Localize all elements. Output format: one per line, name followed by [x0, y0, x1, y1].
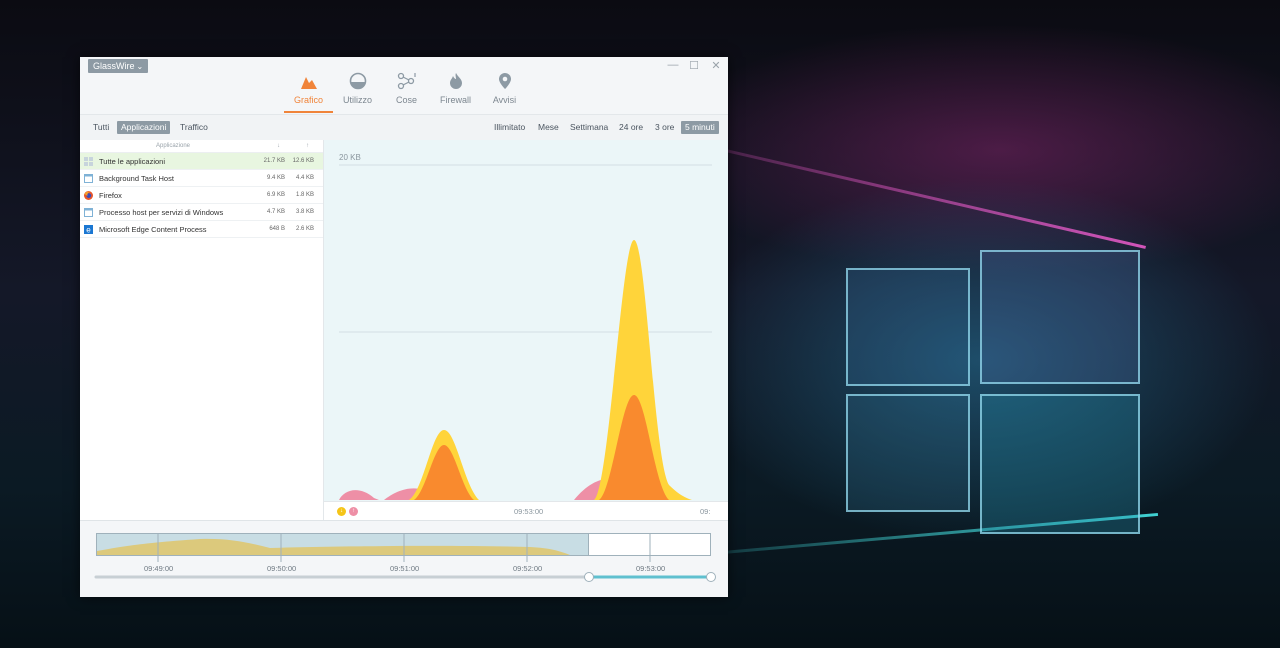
timeline-slider-end-handle[interactable] — [706, 572, 716, 582]
timeline-tick-label: 09:50:00 — [267, 564, 297, 573]
timeline-tick-label: 09:51:00 — [390, 564, 420, 573]
tab-label: Grafico — [293, 95, 323, 105]
upload-amount: 4.4 KB — [295, 175, 314, 181]
app-name: Processo host per servizi di Windows — [99, 208, 224, 217]
app-name: Firefox — [99, 191, 122, 200]
tab-label: Avvisi — [492, 95, 517, 105]
tab-firewall[interactable]: Firewall — [431, 70, 480, 113]
all-apps-icon — [84, 157, 93, 166]
download-amount: 21.7 KB — [263, 158, 285, 164]
wallpaper-windows-logo-pane — [980, 250, 1140, 384]
tab-avvisi[interactable]: Avvisi — [480, 70, 529, 113]
range-illimitato[interactable]: Illimitato — [490, 121, 529, 134]
tab-grafico[interactable]: Grafico — [284, 70, 333, 113]
graph-time-axis: ↓ ↑ 09:53:00 09: — [324, 501, 728, 521]
app-row-all[interactable]: Tutte le applicazioni 21.7 KB 12.6 KB — [80, 153, 323, 170]
range-settimana[interactable]: Settimana — [566, 121, 612, 134]
window-app-icon — [84, 208, 93, 217]
column-header-download[interactable]: ↓ — [277, 143, 280, 149]
filter-applicazioni[interactable]: Applicazioni — [117, 121, 171, 134]
traffic-graph[interactable]: 20 KB ↓ ↑ 09:53:00 09: — [324, 140, 728, 521]
upload-amount: 2.6 KB — [295, 226, 314, 232]
column-header-upload[interactable]: ↑ — [306, 143, 309, 149]
download-legend-icon[interactable]: ↓ — [337, 507, 346, 516]
timeline-slider-start-handle[interactable] — [584, 572, 594, 582]
alert-pin-icon — [480, 70, 529, 90]
window-app-icon — [84, 174, 93, 183]
chevron-down-icon: ⌄ — [136, 62, 144, 71]
wallpaper-windows-logo-pane — [846, 268, 970, 386]
glasswire-window: GlassWire⌄ — ☐ ✕ Grafico Utilizzo Cose — [80, 57, 728, 597]
app-title: GlassWire — [93, 61, 135, 71]
download-amount: 4.7 KB — [266, 209, 285, 215]
app-row[interactable]: Background Task Host 9.4 KB 4.4 KB — [80, 170, 323, 187]
traffic-graph-canvas — [339, 164, 712, 500]
edge-icon: e — [84, 225, 93, 234]
timeline-tick-label: 09:52:00 — [513, 564, 543, 573]
range-24-ore[interactable]: 24 ore — [615, 121, 647, 134]
timeline-tick-label: 09:49:00 — [144, 564, 174, 573]
fire-icon — [431, 70, 480, 90]
download-amount: 6.9 KB — [266, 192, 285, 198]
usage-icon — [333, 70, 382, 90]
range-5-minuti[interactable]: 5 minuti — [681, 121, 719, 134]
tab-utilizzo[interactable]: Utilizzo — [333, 70, 382, 113]
app-name: Tutte le applicazioni — [99, 157, 166, 166]
tab-label: Utilizzo — [342, 95, 372, 105]
close-button[interactable]: ✕ — [709, 59, 723, 72]
timeline-overview[interactable] — [80, 521, 728, 597]
list-header: Applicazione ↓ ↑ — [80, 140, 323, 153]
filter-traffico[interactable]: Traffico — [176, 121, 212, 134]
app-row[interactable]: e Microsoft Edge Content Process 648 B 2… — [80, 221, 323, 238]
tab-cose[interactable]: Cose — [382, 70, 431, 113]
timeline-panel: 09:49:00 09:50:00 09:51:00 09:52:00 09:5… — [80, 520, 728, 597]
upload-amount: 12.6 KB — [292, 158, 314, 164]
app-menu-button[interactable]: GlassWire ⌄ — [88, 59, 149, 73]
wallpaper-windows-logo-pane — [846, 394, 970, 512]
tab-label: Firewall — [439, 95, 471, 105]
timeline-tick-label: 09:53:00 — [636, 564, 666, 573]
time-label-partial: 09: — [700, 507, 711, 516]
column-header-application[interactable]: Applicazione — [156, 143, 190, 149]
things-icon — [382, 70, 431, 90]
range-3-ore[interactable]: 3 ore — [651, 121, 678, 134]
upload-legend-icon[interactable]: ↑ — [349, 507, 358, 516]
maximize-button[interactable]: ☐ — [687, 59, 701, 72]
main-navigation: Grafico Utilizzo Cose Firewall Avvisi — [284, 70, 529, 113]
upload-amount: 3.8 KB — [295, 209, 314, 215]
tab-label: Cose — [395, 95, 417, 105]
filter-bar: Tutti Applicazioni Traffico Illimitato M… — [80, 114, 728, 141]
range-mese[interactable]: Mese — [534, 121, 563, 134]
app-name: Background Task Host — [99, 174, 174, 183]
app-name: Microsoft Edge Content Process — [99, 225, 207, 234]
app-row[interactable]: Processo host per servizi di Windows 4.7… — [80, 204, 323, 221]
application-list: Applicazione ↓ ↑ Tutte le applicazioni 2… — [80, 140, 324, 520]
svg-text:e: e — [86, 225, 91, 234]
time-label: 09:53:00 — [514, 507, 544, 516]
other-traffic-area — [339, 478, 629, 500]
app-row[interactable]: Firefox 6.9 KB 1.8 KB — [80, 187, 323, 204]
download-amount: 9.4 KB — [266, 175, 285, 181]
minimize-button[interactable]: — — [666, 59, 680, 71]
graph-icon — [284, 70, 333, 90]
upload-amount: 1.8 KB — [295, 192, 314, 198]
filter-tutti[interactable]: Tutti — [89, 121, 113, 134]
wallpaper-windows-logo-pane — [980, 394, 1140, 534]
download-amount: 648 B — [269, 226, 285, 232]
firefox-icon — [84, 191, 93, 200]
